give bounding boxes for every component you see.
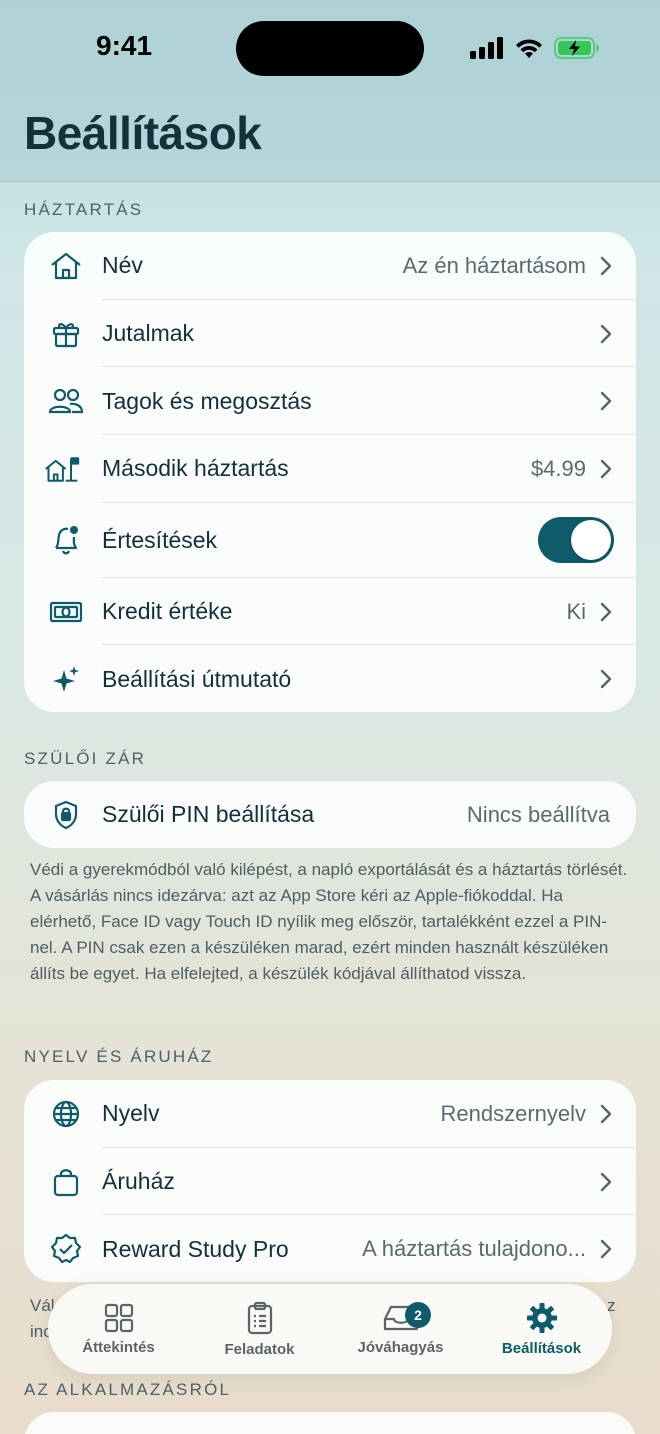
parental-lock-card: Szülői PIN beállítása Nincs beállítva (24, 781, 636, 848)
row-store[interactable]: Áruház (24, 1148, 636, 1216)
row-members-sharing[interactable]: Tagok és megosztás (24, 367, 636, 436)
chevron-right-icon (600, 1240, 612, 1259)
sparkles-icon (48, 661, 84, 697)
page-title: Beállítások (24, 107, 262, 159)
grid-icon (104, 1303, 133, 1332)
checkmark-seal-icon (48, 1231, 84, 1267)
chevron-right-icon (600, 670, 612, 689)
house-flag-icon (44, 451, 80, 487)
globe-icon (48, 1096, 84, 1132)
row-label: Áruház (102, 1168, 175, 1195)
row-second-household[interactable]: Második háztartás $4.99 (24, 435, 636, 503)
bag-icon (48, 1164, 84, 1200)
row-value: Ki (566, 598, 586, 624)
row-value: Nincs beállítva (466, 801, 610, 827)
row-label: Szülői PIN beállítása (102, 801, 315, 827)
row-rewards[interactable]: Jutalmak (24, 300, 636, 368)
people-icon (48, 383, 84, 419)
tab-label: Áttekintés (82, 1338, 155, 1356)
language-store-card: Nyelv Rendszernyelv Áruház Reward Study … (24, 1080, 636, 1282)
chevron-right-icon (600, 392, 612, 411)
tab-overview[interactable]: Áttekintés (48, 1284, 189, 1374)
row-label: Név (102, 252, 143, 279)
system-icons (470, 36, 600, 60)
household-card: Név Az én háztartásom Jutalmak Tagok és … (24, 232, 636, 712)
tab-label: Feladatok (224, 1340, 295, 1358)
bell-badge-icon (48, 522, 84, 558)
chevron-right-icon (600, 602, 612, 621)
approval-badge: 2 (405, 1302, 431, 1328)
tab-label: Beállítások (501, 1339, 582, 1357)
wifi-icon (516, 39, 542, 58)
lock-shield-icon (48, 797, 84, 833)
row-value: Rendszernyelv (440, 1100, 586, 1126)
row-label: Beállítási útmutató (102, 665, 292, 692)
tab-label: Jóváhagyás (357, 1338, 444, 1356)
gear-icon (526, 1302, 557, 1333)
section-label-language-store: NYELV ÉS ÁRUHÁZ (24, 1047, 214, 1066)
dynamic-island (236, 21, 424, 76)
row-label: Reward Study Pro (102, 1235, 289, 1262)
row-parental-pin[interactable]: Szülői PIN beállítása Nincs beállítva (24, 781, 636, 848)
row-label: Tagok és megosztás (102, 387, 312, 414)
row-label: Értesítések (102, 526, 218, 553)
row-reward-study-pro[interactable]: Reward Study Pro A háztartás tulajdono..… (24, 1215, 636, 1282)
row-label: Második háztartás (102, 455, 289, 482)
tab-settings[interactable]: Beállítások (471, 1284, 612, 1374)
about-card (24, 1412, 636, 1434)
row-household-name[interactable]: Név Az én háztartásom (24, 232, 636, 300)
row-label: Kredit értéke (102, 598, 233, 625)
chevron-right-icon (600, 324, 612, 343)
toggle-knob (571, 520, 611, 561)
row-value: Az én háztartásom (402, 252, 586, 278)
status-bar: 9:41 (0, 0, 660, 96)
row-setup-guide[interactable]: Beállítási útmutató (24, 645, 636, 712)
gift-icon (48, 316, 84, 352)
banknote-icon (48, 594, 84, 630)
parental-lock-note: Védi a gyerekmódból való kilépést, a nap… (30, 860, 628, 983)
row-label: Jutalmak (102, 320, 195, 347)
tab-approval[interactable]: 2 Jóváhagyás (330, 1284, 471, 1374)
chevron-right-icon (600, 1104, 612, 1124)
chevron-right-icon (600, 256, 612, 276)
section-label-household: HÁZTARTÁS (24, 200, 144, 219)
clipboard-icon (247, 1301, 272, 1334)
row-language[interactable]: Nyelv Rendszernyelv (24, 1080, 636, 1148)
row-credit-value[interactable]: Kredit értéke Ki (24, 578, 636, 646)
chevron-right-icon (600, 459, 612, 479)
cellular-signal-icon (470, 37, 503, 59)
row-notifications: Értesítések (24, 503, 636, 578)
tab-bar: Áttekintés Feladatok 2 Jóváhagyás Beállí… (48, 1284, 612, 1374)
row-value: A háztartás tulajdono... (362, 1236, 586, 1262)
section-label-about: AZ ALKALMAZÁSRÓL (24, 1380, 232, 1399)
section-label-parental-lock: SZÜLŐI ZÁR (24, 749, 147, 768)
battery-charging-icon (554, 37, 599, 59)
chevron-right-icon (600, 1172, 612, 1191)
house-icon (48, 248, 84, 284)
row-value: $4.99 (530, 455, 586, 481)
row-label: Nyelv (102, 1100, 160, 1127)
notifications-toggle[interactable] (538, 517, 614, 564)
status-time: 9:41 (96, 30, 153, 61)
tab-tasks[interactable]: Feladatok (189, 1284, 330, 1374)
